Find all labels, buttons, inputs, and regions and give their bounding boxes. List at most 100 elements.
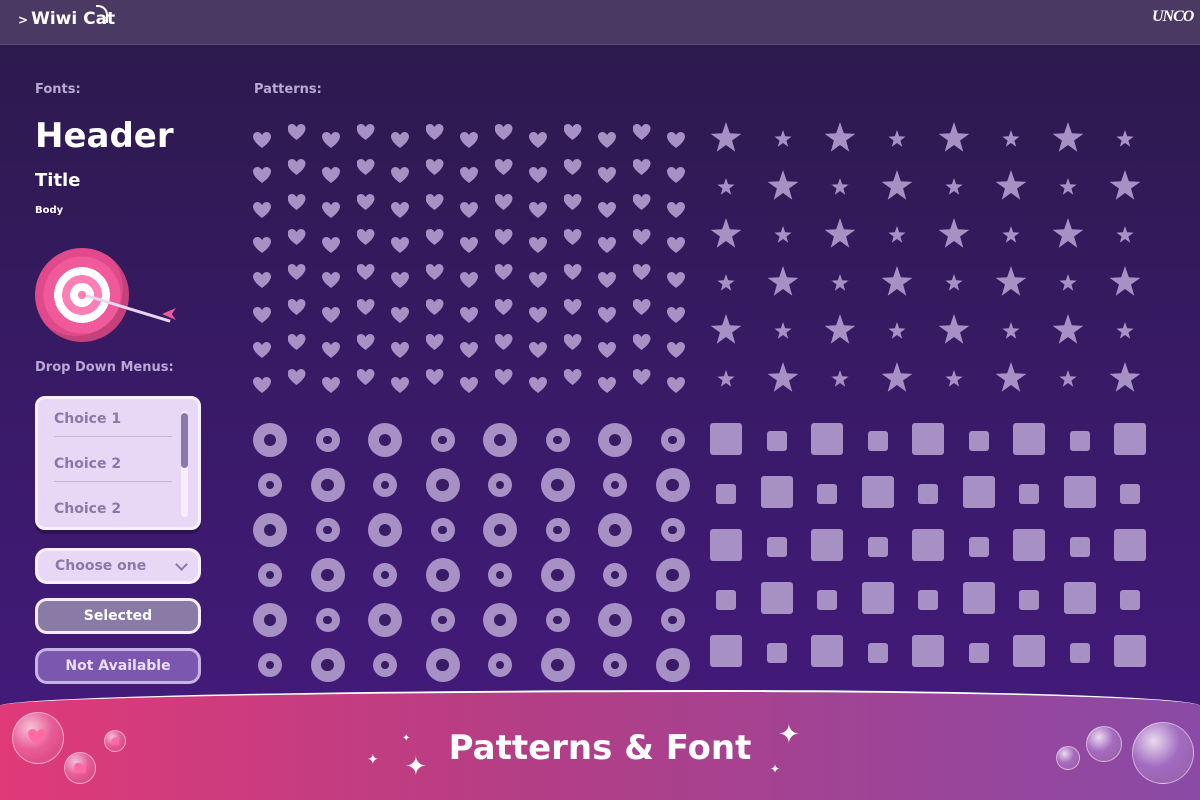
- heart-icon: [633, 369, 651, 385]
- heart-icon: [288, 159, 306, 175]
- flower-icon: [368, 603, 402, 637]
- target-icon: [35, 248, 129, 342]
- star-icon: [710, 314, 742, 344]
- heart-bubble-icon: [64, 752, 96, 784]
- flower-icon: [258, 473, 282, 497]
- choose-one-select[interactable]: Choose one: [35, 548, 201, 584]
- fonts-section-label: Fonts:: [35, 82, 81, 97]
- heart-icon: [253, 377, 271, 393]
- flower-icon: [545, 428, 570, 452]
- heart-icon: [357, 369, 375, 385]
- star-icon: [1116, 226, 1134, 243]
- heart-icon: [426, 194, 444, 210]
- flower-icon: [545, 608, 570, 632]
- flower-icon: [425, 648, 460, 682]
- heart-icon: [426, 124, 444, 140]
- heart-icon: [564, 229, 582, 245]
- star-icon: [881, 170, 913, 200]
- heart-icon: [633, 124, 651, 140]
- heart-bubble-icon: [12, 712, 64, 764]
- dropdown-scrollbar[interactable]: [181, 411, 188, 517]
- flower-icon: [488, 473, 512, 497]
- flower-icon: [655, 558, 690, 592]
- heart-icon: [322, 307, 340, 323]
- selected-button[interactable]: Selected: [35, 598, 201, 634]
- heart-icon: [633, 299, 651, 315]
- star-icon: [881, 362, 913, 392]
- heart-icon: [357, 159, 375, 175]
- gift-icon: [760, 582, 793, 614]
- heart-icon: [495, 299, 513, 315]
- flower-icon: [660, 428, 685, 452]
- heart-icon: [564, 264, 582, 280]
- heart-icon: [253, 202, 271, 218]
- star-icon: [717, 274, 735, 291]
- star-icon: [1052, 122, 1084, 152]
- dropdown-list-item[interactable]: Choice 2: [54, 501, 172, 526]
- gift-icon: [1013, 635, 1045, 667]
- star-icon: [1052, 218, 1084, 248]
- flower-icon: [660, 518, 685, 542]
- heart-icon: [598, 237, 616, 253]
- dropdown-list[interactable]: Choice 1 Choice 2 Choice 2: [35, 396, 201, 530]
- heart-icon: [667, 377, 685, 393]
- star-icon: [824, 314, 856, 344]
- flower-icon: [655, 468, 690, 502]
- heart-icon: [74, 763, 86, 774]
- star-icon: [824, 122, 856, 152]
- heart-icon: [391, 342, 409, 358]
- sparkle-icon: ✦: [405, 752, 427, 782]
- star-icon: [774, 226, 792, 243]
- flower-icon: [603, 653, 627, 677]
- star-icon: [1059, 370, 1077, 387]
- gift-icon: [817, 590, 837, 610]
- flower-icon: [425, 468, 460, 502]
- dropdown-list-item[interactable]: Choice 1: [54, 411, 172, 437]
- sparkle-icon: ✦: [402, 733, 411, 744]
- heart-icon: [460, 132, 478, 148]
- heart-icon: [391, 307, 409, 323]
- heart-icon: [288, 194, 306, 210]
- gift-icon: [1120, 590, 1140, 610]
- heart-icon: [598, 307, 616, 323]
- heart-icon: [111, 737, 119, 744]
- flower-icon: [315, 608, 340, 632]
- star-icon: [995, 170, 1027, 200]
- heart-icon: [288, 124, 306, 140]
- heart-icon: [667, 167, 685, 183]
- heart-icon: [564, 159, 582, 175]
- flower-icon: [603, 563, 627, 587]
- heart-icon: [529, 307, 547, 323]
- heart-icon: [633, 159, 651, 175]
- dropdown-list-item[interactable]: Choice 2: [54, 456, 172, 482]
- gift-icon: [1069, 537, 1090, 557]
- flower-icon: [540, 468, 575, 502]
- heart-icon: [391, 202, 409, 218]
- gift-icon: [867, 537, 888, 557]
- gift-icon: [867, 643, 888, 663]
- heart-icon: [322, 342, 340, 358]
- heart-icon: [633, 229, 651, 245]
- dropdown-scroll-thumb[interactable]: [181, 413, 188, 468]
- heart-icon: [633, 334, 651, 350]
- star-icon: [1002, 226, 1020, 243]
- heart-icon: [495, 194, 513, 210]
- heart-icon: [288, 299, 306, 315]
- flower-icon: [483, 513, 517, 547]
- star-icon: [710, 122, 742, 152]
- heart-icon: [253, 307, 271, 323]
- heart-icon: [253, 237, 271, 253]
- heart-icon: [426, 229, 444, 245]
- gift-icon: [918, 590, 938, 610]
- star-icon: [767, 266, 799, 296]
- gift-icon: [1019, 590, 1039, 610]
- heart-icon: [529, 377, 547, 393]
- flower-icon: [310, 648, 345, 682]
- gift-icon: [766, 643, 787, 663]
- heart-icon: [529, 202, 547, 218]
- flower-icon: [310, 468, 345, 502]
- star-icon: [1116, 130, 1134, 147]
- heart-icon: [357, 334, 375, 350]
- sparkle-icon: ✦: [770, 762, 781, 776]
- gift-icon: [811, 529, 843, 561]
